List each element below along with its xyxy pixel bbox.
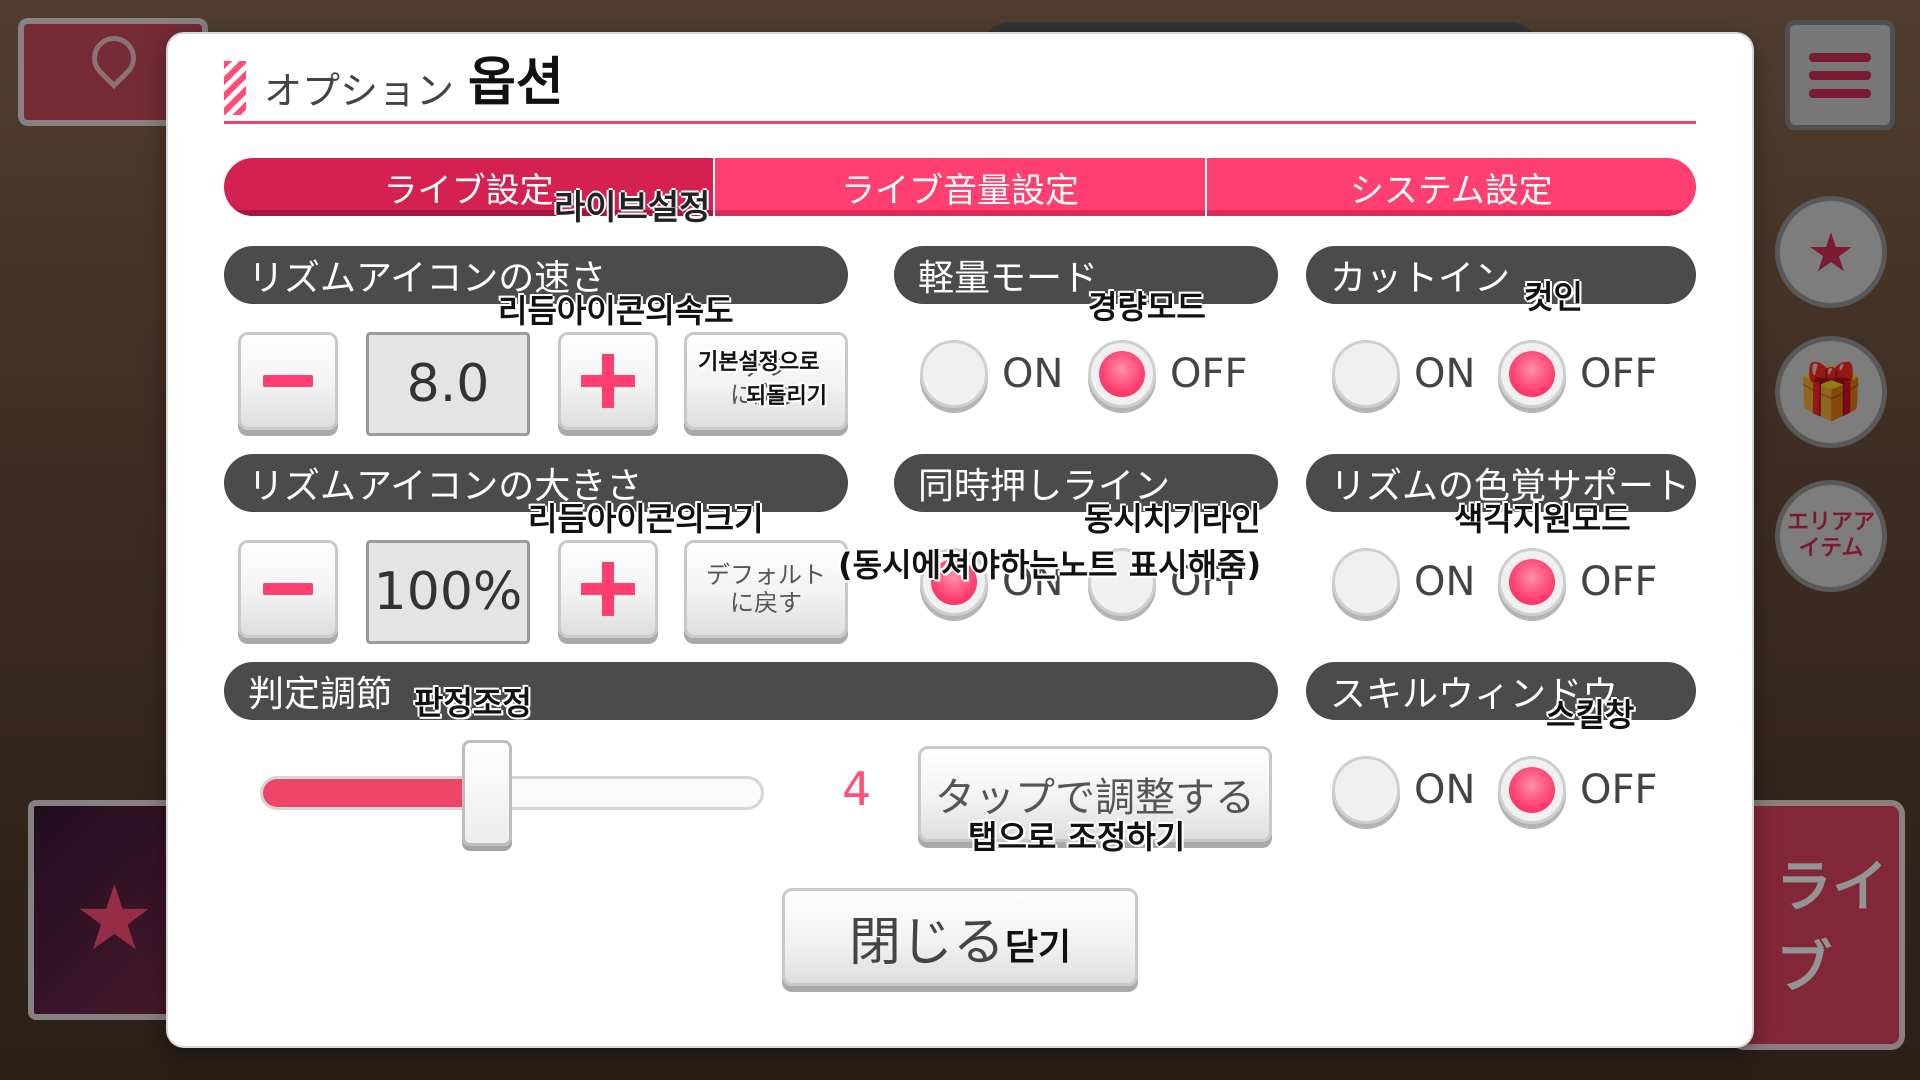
skill-window-header: スキルウィンドウ [1306, 662, 1696, 720]
cut-in-on-radio[interactable]: ON [1332, 340, 1475, 408]
dialog-title-translation: 옵션 [468, 53, 564, 113]
judgement-slider-handle[interactable] [461, 740, 512, 846]
color-support-off-radio[interactable]: OFF [1498, 548, 1658, 616]
radio-selected-icon [1088, 340, 1156, 408]
light-mode-translation: 경량모드 [1088, 288, 1206, 326]
color-support-on-radio[interactable]: ON [1332, 548, 1475, 616]
cut-in-off-label: OFF [1580, 351, 1658, 397]
radio-selected-icon [1498, 340, 1566, 408]
size-increase-button[interactable] [558, 540, 658, 638]
size-reset-label-1: デフォルト [706, 561, 826, 589]
light-mode-on-radio[interactable]: ON [920, 340, 1063, 408]
close-label: 閉じる [848, 912, 1005, 973]
settings-tabs: ライブ設定 ライブ音量設定 システム設定 [224, 158, 1696, 216]
radio-icon [1332, 756, 1400, 824]
size-reset-button[interactable]: デフォルト に戻す [684, 540, 848, 638]
stripe-icon [224, 61, 246, 115]
tap-to-adjust-translation: 탭으로 조정하기 [968, 818, 1186, 856]
color-support-on-label: ON [1414, 559, 1476, 605]
speed-reset-translation-1: 기본설정으로 [698, 350, 820, 375]
tab-system-settings[interactable]: システム設定 [1204, 158, 1696, 216]
light-mode-header: 軽量モード [894, 246, 1278, 304]
radio-icon [1332, 340, 1400, 408]
judgement-header: 判定調節 [224, 662, 1278, 720]
skill-window-off-label: OFF [1580, 767, 1658, 813]
radio-icon [1332, 548, 1400, 616]
radio-icon [920, 340, 988, 408]
speed-reset-translation-2: 되돌리기 [746, 384, 827, 409]
cut-in-off-radio[interactable]: OFF [1498, 340, 1658, 408]
color-support-translation: 색각지원모드 [1454, 500, 1631, 538]
dialog-title-bar: オプション 옵션 [224, 53, 1696, 124]
options-dialog: オプション 옵션 ライブ設定 ライブ音量設定 システム設定 라이브설정 リズムア… [168, 34, 1752, 1046]
judgement-slider-track[interactable] [260, 776, 764, 810]
size-translation: 리듬아이콘의크기 [528, 500, 764, 538]
judgement-translation: 판정조정 [414, 684, 532, 722]
judgement-value: 4 [842, 762, 872, 816]
light-mode-off-label: OFF [1170, 351, 1248, 397]
tab-translation: 라이브설정 [554, 188, 711, 228]
close-translation: 닫기 [1004, 927, 1072, 968]
speed-value: 8.0 [366, 332, 530, 436]
light-mode-off-radio[interactable]: OFF [1088, 340, 1248, 408]
judgement-slider-fill [263, 779, 488, 807]
size-reset-label-2: に戻す [730, 589, 802, 617]
radio-selected-icon [1498, 756, 1566, 824]
skill-window-off-radio[interactable]: OFF [1498, 756, 1658, 824]
speed-reset-button[interactable]: デフ に戻す [684, 332, 848, 430]
skill-window-on-radio[interactable]: ON [1332, 756, 1475, 824]
sync-line-description: (동시에쳐야하는노트 표시해줌) [838, 546, 1262, 584]
cut-in-on-label: ON [1414, 351, 1476, 397]
speed-increase-button[interactable] [558, 332, 658, 430]
speed-decrease-button[interactable] [238, 332, 338, 430]
skill-window-on-label: ON [1414, 767, 1476, 813]
skill-window-translation: 스킬창 [1546, 696, 1635, 734]
size-decrease-button[interactable] [238, 540, 338, 638]
light-mode-on-label: ON [1002, 351, 1064, 397]
speed-translation: 리듬아이콘의속도 [498, 292, 734, 330]
radio-selected-icon [1498, 548, 1566, 616]
cut-in-header: カットイン [1306, 246, 1696, 304]
color-support-off-label: OFF [1580, 559, 1658, 605]
close-button[interactable]: 閉じる 닫기 [782, 888, 1138, 986]
cut-in-translation: 컷인 [1524, 278, 1583, 316]
dialog-title: オプション [264, 69, 455, 113]
size-value: 100% [366, 540, 530, 644]
tab-live-volume[interactable]: ライブ音量設定 [713, 158, 1205, 216]
sync-line-translation: 동시치기라인 [1084, 500, 1261, 538]
